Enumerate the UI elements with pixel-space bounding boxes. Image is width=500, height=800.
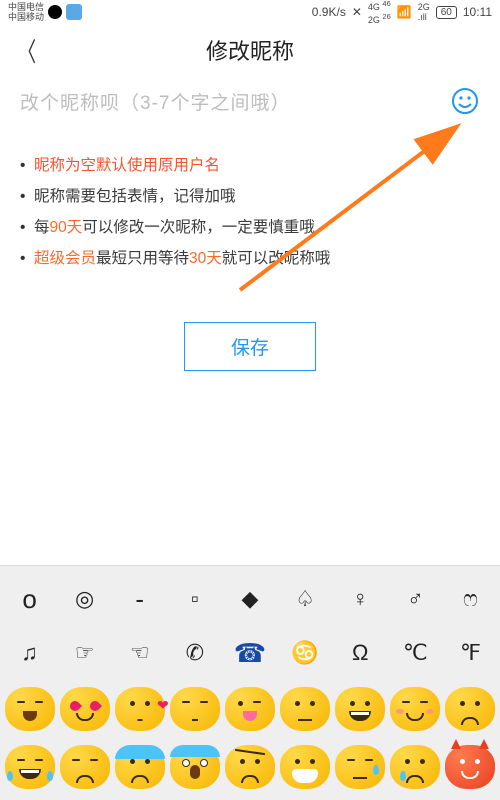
symbol-key[interactable]: ☜ (116, 640, 164, 666)
symbol-key[interactable]: ▫ (171, 586, 219, 612)
symbol-key[interactable]: ♂ (391, 586, 439, 612)
emoji-heart-eyes[interactable] (60, 687, 110, 731)
symbol-key[interactable]: ♀ (336, 586, 384, 612)
battery-icon: 60 (436, 6, 457, 19)
emoji-kiss-heart[interactable]: ❤ (115, 687, 165, 731)
signal-2g: 2G.ıll (418, 2, 430, 22)
emoji-kiss[interactable] (170, 687, 220, 731)
symbol-key[interactable]: ☞ (61, 640, 109, 666)
emoji-keyboard: o ◎ - ▫ ◆ ♤ ♀ ♂ ෆ ♫ ☞ ☜ ✆ ☎ ♋ Ω ℃ ℉ ❤ (0, 565, 500, 800)
qq-icon (48, 5, 62, 19)
nickname-input[interactable]: 改个昵称呗（3-7个字之间哦） (20, 88, 440, 115)
app-icon (66, 4, 82, 20)
symbol-key[interactable]: ♫ (6, 640, 54, 666)
symbol-key[interactable]: ♤ (281, 586, 329, 612)
emoji-angry[interactable] (225, 745, 275, 789)
signal-1: 4G 462G 26 (368, 0, 391, 25)
emoji-scream[interactable] (170, 745, 220, 789)
emoji-sleepy[interactable] (335, 745, 385, 789)
emoji-tears-joy[interactable] (5, 745, 55, 789)
emoji-cry[interactable] (390, 745, 440, 789)
emoji-wink-tongue[interactable] (225, 687, 275, 731)
emoji-cold-sweat[interactable] (115, 745, 165, 789)
rule-item: 昵称为空默认使用原用户名 (20, 150, 480, 181)
symbol-key[interactable]: ✆ (171, 640, 219, 666)
emoji-sad[interactable] (445, 687, 495, 731)
emoji-mask[interactable] (280, 745, 330, 789)
net-speed: 0.9K/s (312, 5, 346, 19)
title-bar: 〈 修改昵称 (0, 24, 500, 76)
smiley-icon (450, 86, 480, 116)
symbol-key[interactable]: ◎ (61, 586, 109, 612)
clock: 10:11 (463, 5, 492, 19)
symbol-key[interactable]: o (6, 584, 54, 615)
nickname-input-row: 改个昵称呗（3-7个字之间哦） (0, 76, 500, 122)
symbol-key[interactable]: ℉ (446, 640, 494, 666)
signal-icon: 📶 (397, 5, 412, 19)
emoji-button[interactable] (450, 86, 480, 116)
page-title: 修改昵称 (206, 34, 294, 66)
symbol-key[interactable]: ◆ (226, 586, 274, 612)
rules-list: 昵称为空默认使用原用户名 昵称需要包括表情，记得加哦 每90天可以修改一次昵称，… (0, 122, 500, 274)
symbol-key[interactable]: - (116, 584, 164, 615)
symbol-key[interactable]: Ω (336, 640, 384, 666)
symbol-row-2: ♫ ☞ ☜ ✆ ☎ ♋ Ω ℃ ℉ (2, 626, 498, 680)
emoji-neutral[interactable] (280, 687, 330, 731)
emoji-laugh[interactable] (5, 687, 55, 731)
rule-item: 昵称需要包括表情，记得加哦 (20, 181, 480, 212)
emoji-squint[interactable] (60, 745, 110, 789)
back-button[interactable]: 〈 (18, 32, 36, 69)
symbol-key[interactable]: ℃ (391, 640, 439, 666)
symbol-key[interactable]: ♋ (281, 640, 329, 666)
rule-item: 超级会员最短只用等待30天就可以改昵称哦 (20, 243, 480, 274)
status-bar: 中国电信 中国移动 0.9K/s ✕ 4G 462G 26 📶 2G.ıll 6… (0, 0, 500, 24)
emoji-grin[interactable] (335, 687, 385, 731)
mute-icon: ✕ (352, 5, 362, 19)
save-button[interactable]: 保存 (184, 322, 316, 371)
symbol-key[interactable]: ෆ (446, 586, 494, 612)
emoji-row-2 (2, 738, 498, 796)
rule-item: 每90天可以修改一次昵称，一定要慎重哦 (20, 212, 480, 243)
emoji-blush[interactable] (390, 687, 440, 731)
emoji-devil[interactable] (445, 745, 495, 789)
symbol-row-1: o ◎ - ▫ ◆ ♤ ♀ ♂ ෆ (2, 572, 498, 626)
carrier-2: 中国移动 (8, 12, 44, 22)
carrier-1: 中国电信 (8, 2, 44, 12)
phone-icon[interactable]: ☎ (226, 638, 274, 669)
emoji-row-1: ❤ (2, 680, 498, 738)
